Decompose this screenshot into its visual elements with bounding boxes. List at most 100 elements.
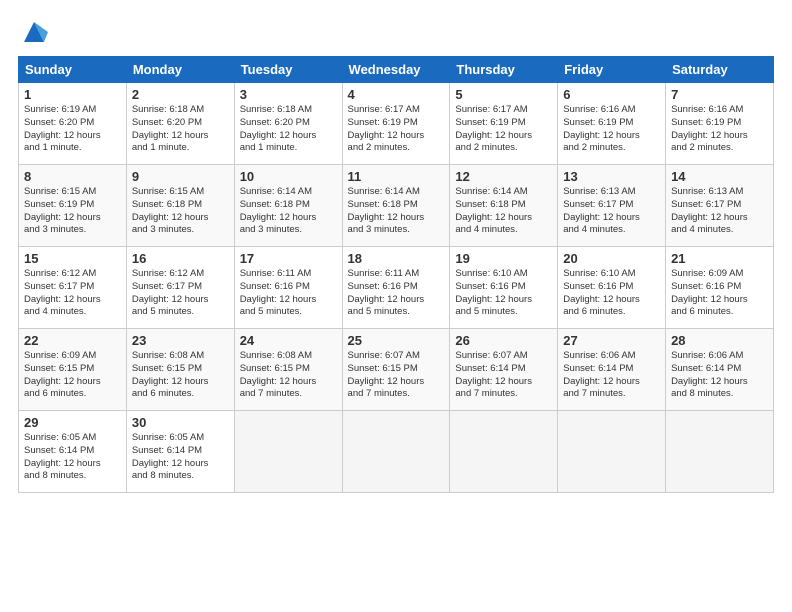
day-number: 11: [348, 169, 445, 184]
day-cell: 24 Sunrise: 6:08 AMSunset: 6:15 PMDayligh…: [234, 329, 342, 411]
day-cell: 2 Sunrise: 6:18 AMSunset: 6:20 PMDaylight…: [126, 83, 234, 165]
day-number: 28: [671, 333, 768, 348]
day-cell: 27 Sunrise: 6:06 AMSunset: 6:14 PMDayligh…: [558, 329, 666, 411]
logo: [18, 18, 48, 46]
day-number: 10: [240, 169, 337, 184]
day-number: 8: [24, 169, 121, 184]
day-cell: [234, 411, 342, 493]
col-header-thursday: Thursday: [450, 57, 558, 83]
day-info: Sunrise: 6:17 AMSunset: 6:19 PMDaylight:…: [348, 104, 425, 153]
day-cell: [450, 411, 558, 493]
day-number: 15: [24, 251, 121, 266]
day-info: Sunrise: 6:18 AMSunset: 6:20 PMDaylight:…: [132, 104, 209, 153]
day-cell: 10 Sunrise: 6:14 AMSunset: 6:18 PMDayligh…: [234, 165, 342, 247]
col-header-tuesday: Tuesday: [234, 57, 342, 83]
day-cell: 1Sunrise: 6:19 AMSunset: 6:20 PMDaylight…: [19, 83, 127, 165]
day-info: Sunrise: 6:08 AMSunset: 6:15 PMDaylight:…: [132, 350, 209, 399]
day-info: Sunrise: 6:14 AMSunset: 6:18 PMDaylight:…: [240, 186, 317, 235]
col-header-wednesday: Wednesday: [342, 57, 450, 83]
day-cell: 30Sunrise: 6:05 AMSunset: 6:14 PMDayligh…: [126, 411, 234, 493]
day-cell: 12 Sunrise: 6:14 AMSunset: 6:18 PMDayligh…: [450, 165, 558, 247]
day-cell: 9 Sunrise: 6:15 AMSunset: 6:18 PMDaylight…: [126, 165, 234, 247]
day-info: Sunrise: 6:13 AMSunset: 6:17 PMDaylight:…: [563, 186, 640, 235]
day-info: Sunrise: 6:12 AMSunset: 6:17 PMDaylight:…: [24, 268, 101, 317]
header-row: SundayMondayTuesdayWednesdayThursdayFrid…: [19, 57, 774, 83]
day-info: Sunrise: 6:16 AMSunset: 6:19 PMDaylight:…: [671, 104, 748, 153]
day-number: 19: [455, 251, 552, 266]
day-number: 22: [24, 333, 121, 348]
day-number: 25: [348, 333, 445, 348]
page: SundayMondayTuesdayWednesdayThursdayFrid…: [0, 0, 792, 503]
day-cell: 26 Sunrise: 6:07 AMSunset: 6:14 PMDayligh…: [450, 329, 558, 411]
day-cell: 21Sunrise: 6:09 AMSunset: 6:16 PMDayligh…: [666, 247, 774, 329]
day-info: Sunrise: 6:05 AMSunset: 6:14 PMDaylight:…: [24, 432, 101, 481]
day-number: 4: [348, 87, 445, 102]
day-info: Sunrise: 6:15 AMSunset: 6:19 PMDaylight:…: [24, 186, 101, 235]
col-header-monday: Monday: [126, 57, 234, 83]
day-number: 3: [240, 87, 337, 102]
day-number: 5: [455, 87, 552, 102]
day-number: 29: [24, 415, 121, 430]
day-number: 14: [671, 169, 768, 184]
col-header-saturday: Saturday: [666, 57, 774, 83]
week-row-4: 22 Sunrise: 6:09 AMSunset: 6:15 PMDayligh…: [19, 329, 774, 411]
day-cell: [342, 411, 450, 493]
day-number: 7: [671, 87, 768, 102]
week-row-2: 8 Sunrise: 6:15 AMSunset: 6:19 PMDaylight…: [19, 165, 774, 247]
day-number: 18: [348, 251, 445, 266]
day-cell: 13 Sunrise: 6:13 AMSunset: 6:17 PMDayligh…: [558, 165, 666, 247]
day-number: 27: [563, 333, 660, 348]
day-info: Sunrise: 6:07 AMSunset: 6:14 PMDaylight:…: [455, 350, 532, 399]
day-number: 13: [563, 169, 660, 184]
day-info: Sunrise: 6:15 AMSunset: 6:18 PMDaylight:…: [132, 186, 209, 235]
day-number: 26: [455, 333, 552, 348]
day-number: 24: [240, 333, 337, 348]
day-info: Sunrise: 6:17 AMSunset: 6:19 PMDaylight:…: [455, 104, 532, 153]
day-cell: [666, 411, 774, 493]
day-number: 1: [24, 87, 121, 102]
day-number: 23: [132, 333, 229, 348]
day-info: Sunrise: 6:11 AMSunset: 6:16 PMDaylight:…: [348, 268, 425, 317]
day-cell: 23 Sunrise: 6:08 AMSunset: 6:15 PMDayligh…: [126, 329, 234, 411]
day-number: 16: [132, 251, 229, 266]
day-info: Sunrise: 6:11 AMSunset: 6:16 PMDaylight:…: [240, 268, 317, 317]
day-info: Sunrise: 6:09 AMSunset: 6:16 PMDaylight:…: [671, 268, 748, 317]
day-cell: 28 Sunrise: 6:06 AMSunset: 6:14 PMDayligh…: [666, 329, 774, 411]
day-cell: 16 Sunrise: 6:12 AMSunset: 6:17 PMDayligh…: [126, 247, 234, 329]
day-info: Sunrise: 6:09 AMSunset: 6:15 PMDaylight:…: [24, 350, 101, 399]
day-info: Sunrise: 6:14 AMSunset: 6:18 PMDaylight:…: [455, 186, 532, 235]
day-info: Sunrise: 6:06 AMSunset: 6:14 PMDaylight:…: [563, 350, 640, 399]
day-cell: 3 Sunrise: 6:18 AMSunset: 6:20 PMDaylight…: [234, 83, 342, 165]
day-info: Sunrise: 6:10 AMSunset: 6:16 PMDaylight:…: [455, 268, 532, 317]
day-info: Sunrise: 6:12 AMSunset: 6:17 PMDaylight:…: [132, 268, 209, 317]
col-header-sunday: Sunday: [19, 57, 127, 83]
day-number: 17: [240, 251, 337, 266]
week-row-3: 15 Sunrise: 6:12 AMSunset: 6:17 PMDayligh…: [19, 247, 774, 329]
day-info: Sunrise: 6:06 AMSunset: 6:14 PMDaylight:…: [671, 350, 748, 399]
day-cell: 25 Sunrise: 6:07 AMSunset: 6:15 PMDayligh…: [342, 329, 450, 411]
day-cell: 11Sunrise: 6:14 AMSunset: 6:18 PMDayligh…: [342, 165, 450, 247]
day-number: 20: [563, 251, 660, 266]
day-cell: 20 Sunrise: 6:10 AMSunset: 6:16 PMDayligh…: [558, 247, 666, 329]
day-number: 9: [132, 169, 229, 184]
day-cell: 14Sunrise: 6:13 AMSunset: 6:17 PMDayligh…: [666, 165, 774, 247]
calendar-table: SundayMondayTuesdayWednesdayThursdayFrid…: [18, 56, 774, 493]
day-info: Sunrise: 6:05 AMSunset: 6:14 PMDaylight:…: [132, 432, 209, 481]
day-info: Sunrise: 6:08 AMSunset: 6:15 PMDaylight:…: [240, 350, 317, 399]
day-cell: 19 Sunrise: 6:10 AMSunset: 6:16 PMDayligh…: [450, 247, 558, 329]
day-number: 2: [132, 87, 229, 102]
day-cell: 18 Sunrise: 6:11 AMSunset: 6:16 PMDayligh…: [342, 247, 450, 329]
day-cell: [558, 411, 666, 493]
day-info: Sunrise: 6:18 AMSunset: 6:20 PMDaylight:…: [240, 104, 317, 153]
day-cell: 17 Sunrise: 6:11 AMSunset: 6:16 PMDayligh…: [234, 247, 342, 329]
day-cell: 15 Sunrise: 6:12 AMSunset: 6:17 PMDayligh…: [19, 247, 127, 329]
day-cell: 22 Sunrise: 6:09 AMSunset: 6:15 PMDayligh…: [19, 329, 127, 411]
week-row-5: 29 Sunrise: 6:05 AMSunset: 6:14 PMDayligh…: [19, 411, 774, 493]
day-info: Sunrise: 6:16 AMSunset: 6:19 PMDaylight:…: [563, 104, 640, 153]
week-row-1: 1Sunrise: 6:19 AMSunset: 6:20 PMDaylight…: [19, 83, 774, 165]
logo-icon: [20, 18, 48, 46]
day-number: 12: [455, 169, 552, 184]
day-info: Sunrise: 6:07 AMSunset: 6:15 PMDaylight:…: [348, 350, 425, 399]
day-info: Sunrise: 6:10 AMSunset: 6:16 PMDaylight:…: [563, 268, 640, 317]
day-cell: 8 Sunrise: 6:15 AMSunset: 6:19 PMDaylight…: [19, 165, 127, 247]
